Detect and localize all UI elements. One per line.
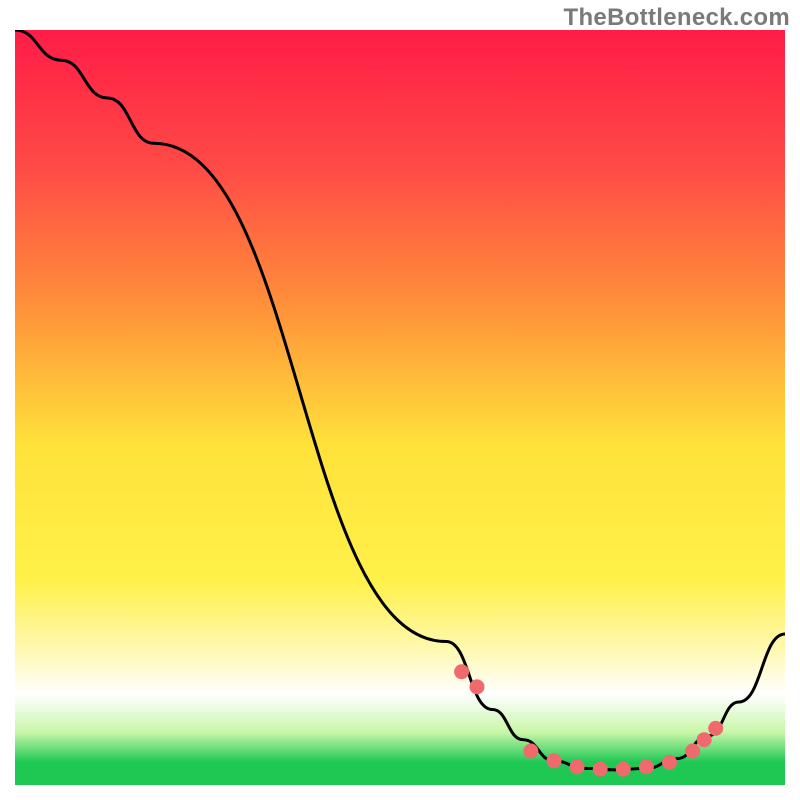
gradient-bg <box>15 30 785 785</box>
data-dot <box>662 755 677 770</box>
data-dot <box>685 744 700 759</box>
data-dot <box>639 759 654 774</box>
data-dot <box>470 679 485 694</box>
data-dot <box>708 721 723 736</box>
data-dot <box>593 762 608 777</box>
data-dot <box>547 753 562 768</box>
chart-svg <box>15 30 785 785</box>
data-dot <box>454 664 469 679</box>
data-dot <box>570 759 585 774</box>
data-dot <box>523 744 538 759</box>
watermark: TheBottleneck.com <box>564 4 790 32</box>
data-dot <box>616 762 631 777</box>
data-dot <box>697 732 712 747</box>
chart-area <box>15 30 785 785</box>
